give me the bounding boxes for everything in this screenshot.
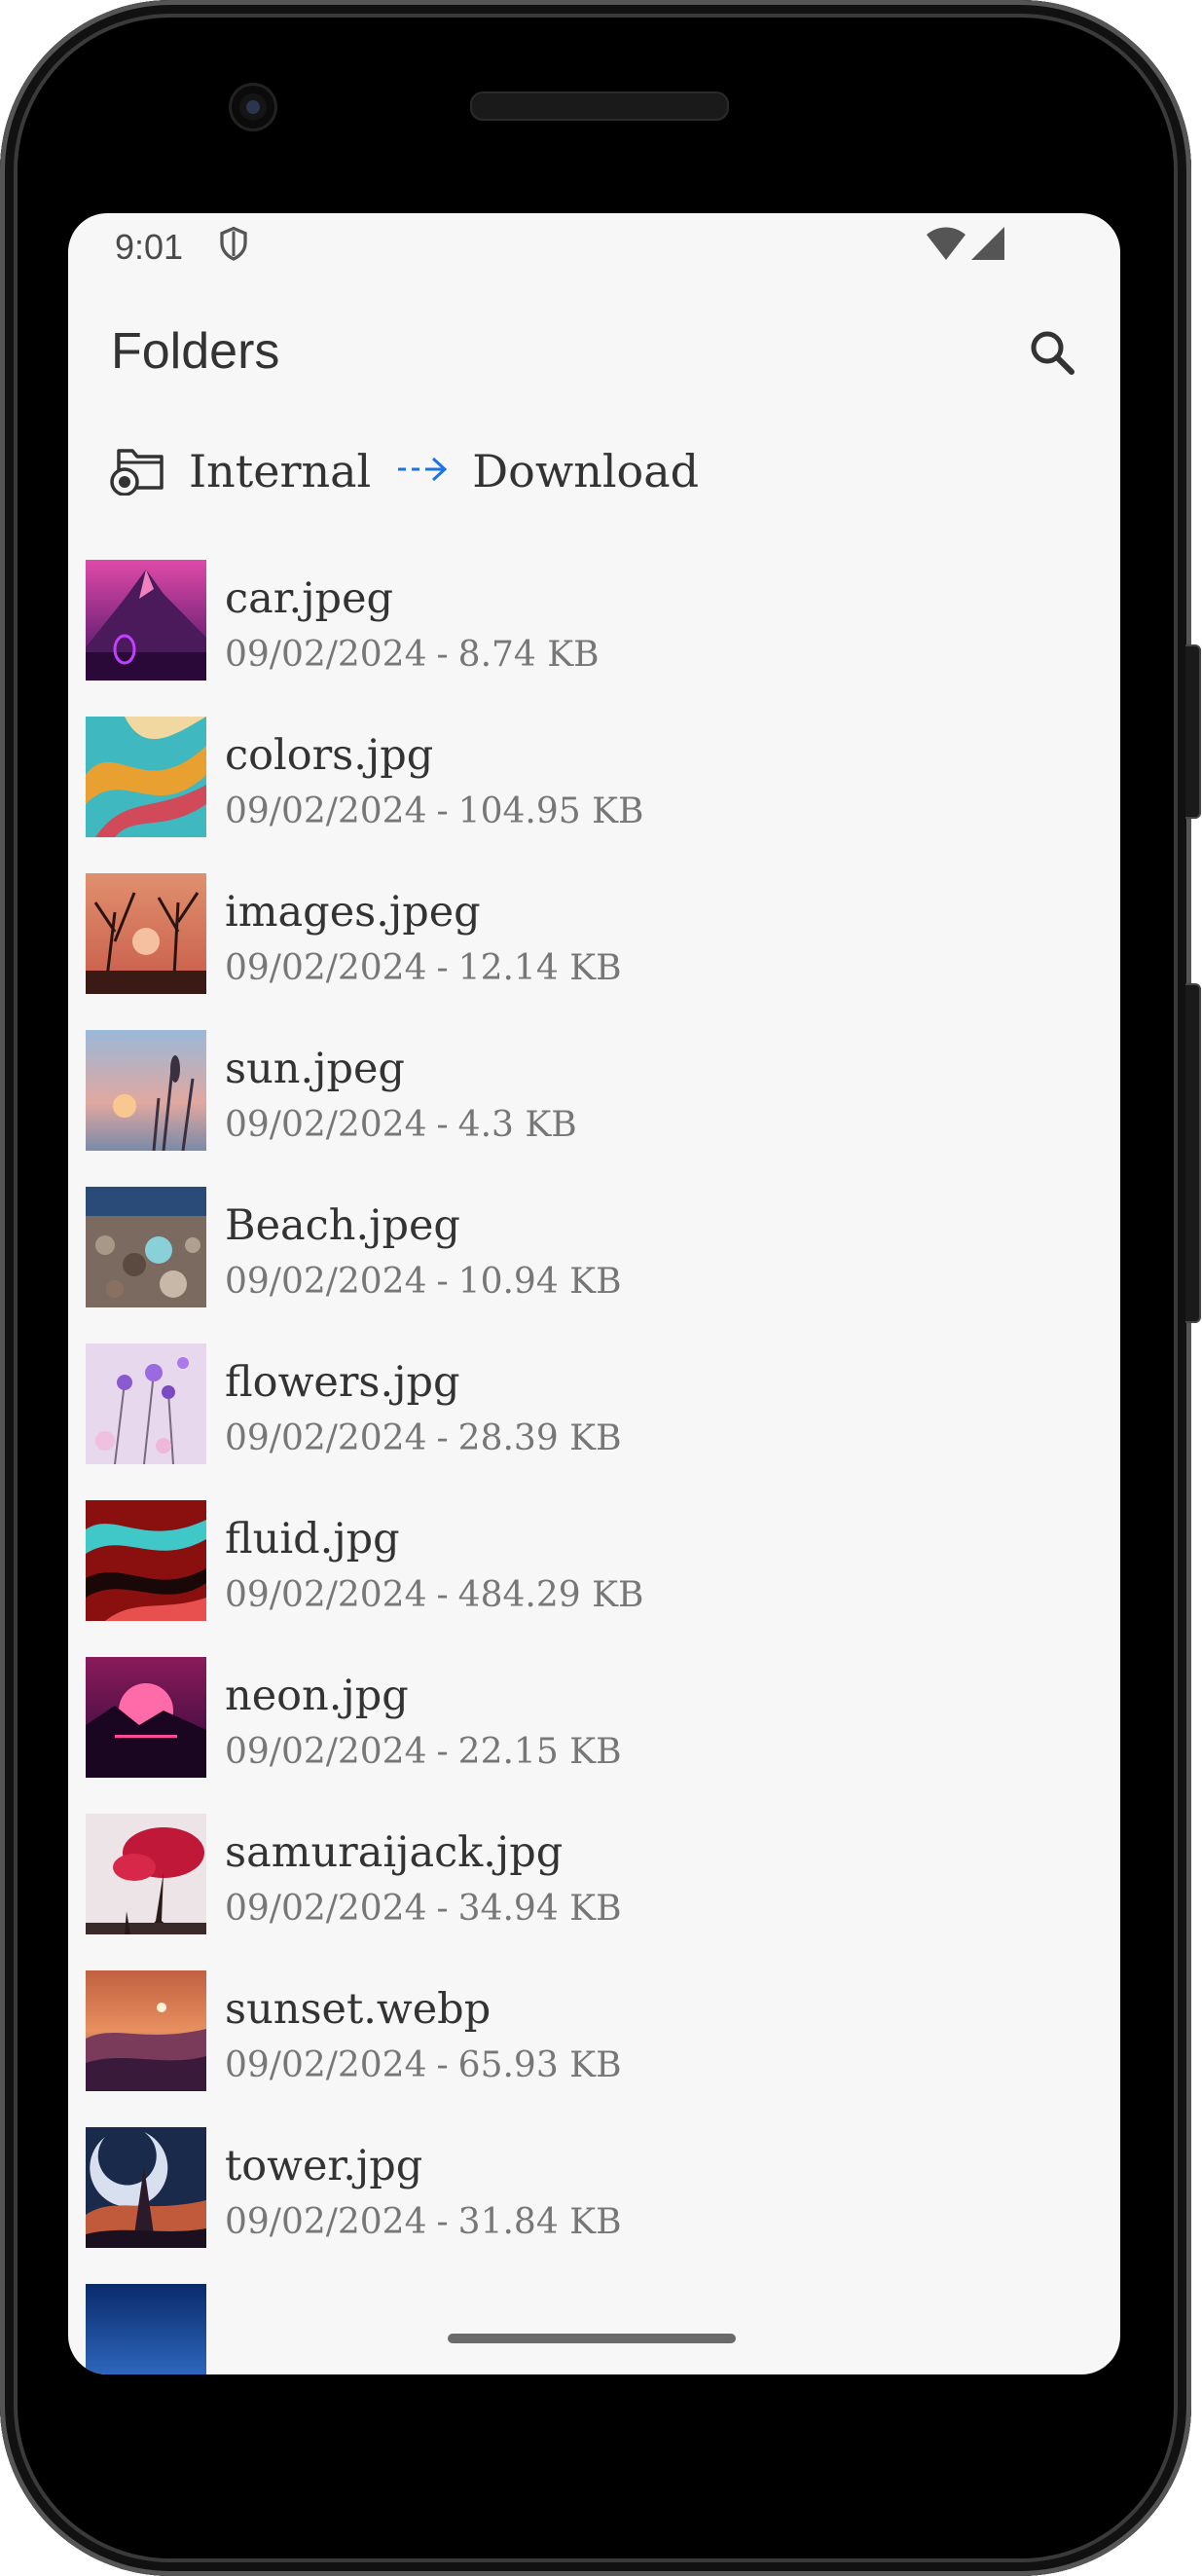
file-size: 34.94 KB	[457, 1889, 622, 1929]
status-bar: 9:01	[68, 213, 1120, 281]
wifi-icon	[925, 225, 967, 267]
file-meta: 09/02/2024-31.84 KB	[225, 2202, 622, 2242]
file-meta: 09/02/2024-28.39 KB	[225, 1418, 622, 1458]
file-size: 4.3 KB	[457, 1105, 577, 1145]
file-meta: 09/02/2024-34.94 KB	[225, 1889, 622, 1929]
file-item[interactable]: images.jpeg 09/02/2024-12.14 KB	[68, 873, 1120, 1030]
file-item[interactable]: neon.jpg 09/02/2024-22.15 KB	[68, 1657, 1120, 1814]
file-size: 31.84 KB	[457, 2202, 622, 2242]
file-name: neon.jpg	[225, 1672, 409, 1720]
file-date: 09/02/2024	[225, 1105, 427, 1145]
file-item[interactable]: car.jpeg 09/02/2024-8.74 KB	[68, 560, 1120, 717]
file-item[interactable]: sun.jpeg 09/02/2024-4.3 KB	[68, 1030, 1120, 1187]
file-meta: 09/02/2024-8.74 KB	[225, 635, 600, 675]
file-item[interactable]	[68, 2284, 1120, 2374]
file-thumbnail	[86, 560, 206, 681]
file-size: 22.15 KB	[457, 1732, 622, 1772]
file-thumbnail	[86, 1500, 206, 1621]
file-meta: 09/02/2024-22.15 KB	[225, 1732, 622, 1772]
file-meta: 09/02/2024-10.94 KB	[225, 1262, 622, 1302]
file-size: 28.39 KB	[457, 1418, 622, 1458]
file-thumbnail	[86, 2284, 206, 2374]
file-size: 484.29 KB	[457, 1575, 644, 1615]
file-thumbnail	[86, 2127, 206, 2248]
file-date: 09/02/2024	[225, 2202, 427, 2242]
file-item[interactable]: colors.jpg 09/02/2024-104.95 KB	[68, 717, 1120, 873]
breadcrumb: Internal Download	[109, 437, 699, 505]
file-date: 09/02/2024	[225, 635, 427, 675]
file-item[interactable]: flowers.jpg 09/02/2024-28.39 KB	[68, 1343, 1120, 1500]
file-item[interactable]: sunset.webp 09/02/2024-65.93 KB	[68, 1970, 1120, 2127]
front-camera	[232, 86, 274, 129]
file-item[interactable]: samuraijack.jpg 09/02/2024-34.94 KB	[68, 1814, 1120, 1970]
file-meta: 09/02/2024-65.93 KB	[225, 2045, 622, 2085]
file-thumbnail	[86, 1343, 206, 1464]
file-meta: 09/02/2024-4.3 KB	[225, 1105, 577, 1145]
file-name: car.jpeg	[225, 574, 394, 623]
file-thumbnail	[86, 1030, 206, 1151]
file-date: 09/02/2024	[225, 948, 427, 988]
file-name: images.jpeg	[225, 888, 481, 937]
file-size: 12.14 KB	[457, 948, 622, 988]
file-name: sun.jpeg	[225, 1045, 405, 1093]
file-date: 09/02/2024	[225, 1732, 427, 1772]
app-screen: 9:01 Folders Internal Download car.jpeg …	[68, 213, 1120, 2374]
file-date: 09/02/2024	[225, 791, 427, 831]
search-button[interactable]	[1018, 320, 1086, 388]
file-date: 09/02/2024	[225, 1418, 427, 1458]
breadcrumb-root[interactable]: Internal	[189, 445, 371, 497]
file-date: 09/02/2024	[225, 1262, 427, 1302]
file-thumbnail	[86, 873, 206, 994]
arrow-right-icon	[396, 455, 449, 489]
file-name: colors.jpg	[225, 731, 434, 780]
file-name: flowers.jpg	[225, 1358, 460, 1407]
earpiece-speaker	[470, 92, 729, 121]
file-date: 09/02/2024	[225, 1575, 427, 1615]
breadcrumb-current[interactable]: Download	[472, 445, 699, 497]
file-date: 09/02/2024	[225, 1889, 427, 1929]
file-name: fluid.jpg	[225, 1515, 400, 1564]
file-thumbnail	[86, 1970, 206, 2091]
folder-eye-icon	[109, 443, 169, 500]
file-meta: 09/02/2024-104.95 KB	[225, 791, 644, 831]
file-size: 10.94 KB	[457, 1262, 622, 1302]
status-time: 9:01	[115, 227, 184, 267]
phone-frame: 9:01 Folders Internal Download car.jpeg …	[0, 0, 1191, 2576]
file-name: Beach.jpeg	[225, 1201, 460, 1250]
file-meta: 09/02/2024-12.14 KB	[225, 948, 622, 988]
file-size: 104.95 KB	[457, 791, 644, 831]
volume-button	[1185, 644, 1201, 819]
file-item[interactable]: Beach.jpeg 09/02/2024-10.94 KB	[68, 1187, 1120, 1343]
file-item[interactable]: tower.jpg 09/02/2024-31.84 KB	[68, 2127, 1120, 2284]
page-title: Folders	[111, 323, 280, 380]
shield-icon	[216, 225, 251, 269]
file-date: 09/02/2024	[225, 2045, 427, 2085]
search-icon	[1027, 327, 1077, 383]
file-thumbnail	[86, 1657, 206, 1778]
file-thumbnail	[86, 1814, 206, 1934]
file-meta: 09/02/2024-484.29 KB	[225, 1575, 644, 1615]
file-name: sunset.webp	[225, 1985, 492, 2034]
file-list: car.jpeg 09/02/2024-8.74 KB colors.jpg 0…	[68, 560, 1120, 2374]
file-name: samuraijack.jpg	[225, 1828, 564, 1877]
home-indicator[interactable]	[448, 2334, 736, 2343]
file-name: tower.jpg	[225, 2142, 423, 2190]
file-thumbnail	[86, 1187, 206, 1307]
cell-signal-icon	[969, 225, 1006, 267]
power-button	[1185, 983, 1201, 1323]
file-size: 8.74 KB	[457, 635, 600, 675]
file-thumbnail	[86, 717, 206, 837]
file-size: 65.93 KB	[457, 2045, 622, 2085]
file-item[interactable]: fluid.jpg 09/02/2024-484.29 KB	[68, 1500, 1120, 1657]
